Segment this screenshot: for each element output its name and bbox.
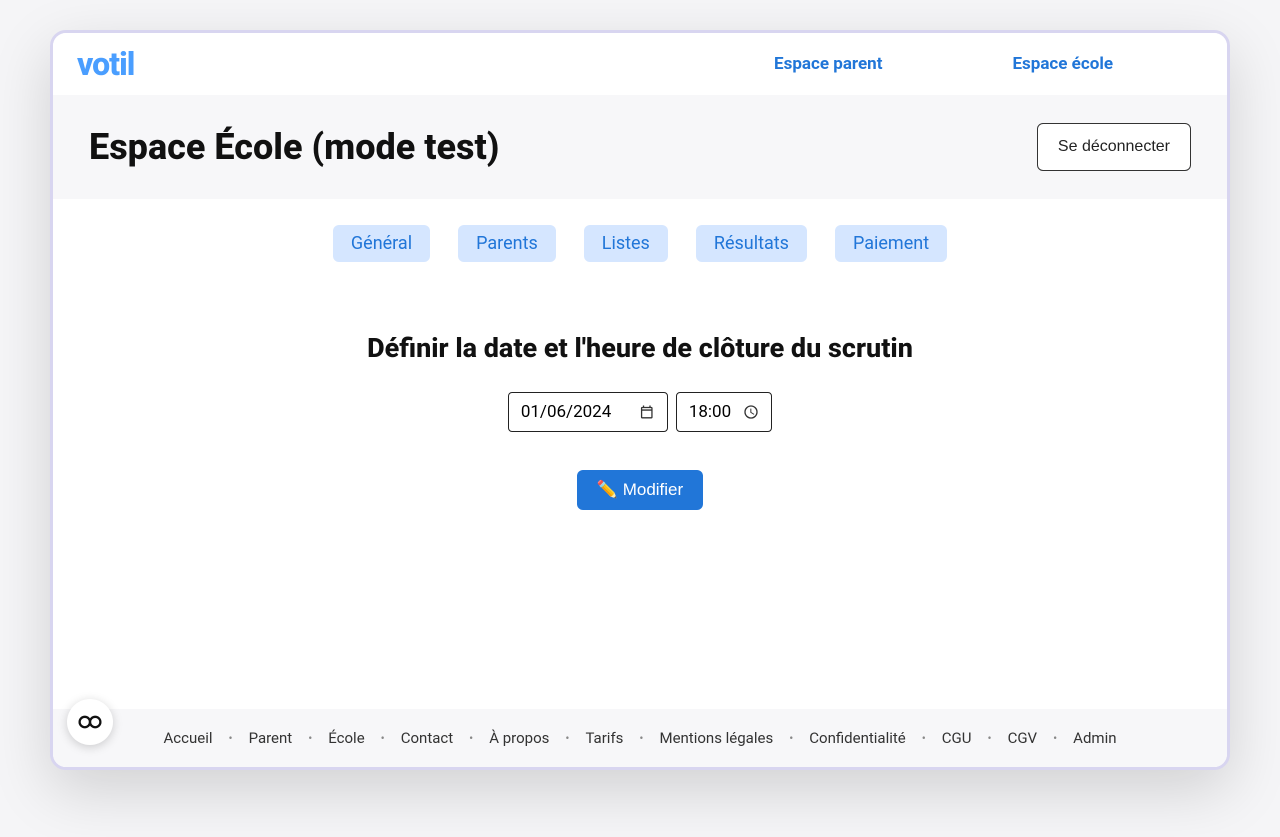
calendar-icon [639, 404, 655, 420]
footer-separator: • [469, 731, 473, 745]
footer-separator: • [229, 731, 233, 745]
nav-link-school[interactable]: Espace école [1012, 54, 1113, 74]
floating-widget-button[interactable] [67, 699, 113, 745]
footer-separator: • [381, 731, 385, 745]
date-value: 01/06/2024 [521, 402, 611, 422]
header-bar: Espace École (mode test) Se déconnecter [53, 95, 1227, 199]
footer-link-pricing[interactable]: Tarifs [585, 729, 623, 747]
datetime-row: 01/06/2024 18:00 [508, 392, 772, 432]
footer-separator: • [988, 731, 992, 745]
footer-separator: • [639, 731, 643, 745]
top-nav-links: Espace parent Espace école [774, 54, 1203, 74]
footer-link-admin[interactable]: Admin [1073, 729, 1116, 747]
time-input[interactable]: 18:00 [676, 392, 772, 432]
footer-link-cgv[interactable]: CGV [1008, 729, 1038, 747]
footer-separator: • [789, 731, 793, 745]
section-heading: Définir la date et l'heure de clôture du… [367, 332, 913, 364]
clock-icon [743, 404, 759, 420]
footer: Accueil • Parent • École • Contact • À p… [53, 709, 1227, 767]
tab-lists[interactable]: Listes [584, 225, 668, 262]
modify-button[interactable]: ✏️ Modifier [577, 470, 703, 510]
footer-link-home[interactable]: Accueil [163, 729, 212, 747]
footer-separator: • [308, 731, 312, 745]
footer-link-legal[interactable]: Mentions légales [659, 729, 773, 747]
footer-link-contact[interactable]: Contact [401, 729, 453, 747]
tabs-row: Général Parents Listes Résultats Paiemen… [53, 199, 1227, 272]
tab-parents[interactable]: Parents [458, 225, 556, 262]
footer-link-privacy[interactable]: Confidentialité [809, 729, 905, 747]
top-nav: votil Espace parent Espace école [53, 33, 1227, 95]
tab-general[interactable]: Général [333, 225, 430, 262]
app-frame: votil Espace parent Espace école Espace … [50, 30, 1230, 770]
link-icon [77, 714, 103, 730]
time-value: 18:00 [689, 402, 731, 422]
footer-link-cgu[interactable]: CGU [942, 729, 972, 747]
tab-payment[interactable]: Paiement [835, 225, 947, 262]
footer-separator: • [922, 731, 926, 745]
page-title: Espace École (mode test) [89, 126, 499, 168]
footer-separator: • [1053, 731, 1057, 745]
logout-button[interactable]: Se déconnecter [1037, 123, 1191, 171]
logo[interactable]: votil [77, 45, 134, 83]
tab-results[interactable]: Résultats [696, 225, 807, 262]
footer-separator: • [565, 731, 569, 745]
footer-link-about[interactable]: À propos [489, 729, 549, 747]
footer-link-parent[interactable]: Parent [249, 729, 293, 747]
main-content: Définir la date et l'heure de clôture du… [53, 272, 1227, 709]
nav-link-parent[interactable]: Espace parent [774, 54, 882, 74]
footer-link-school[interactable]: École [328, 729, 364, 747]
date-input[interactable]: 01/06/2024 [508, 392, 668, 432]
